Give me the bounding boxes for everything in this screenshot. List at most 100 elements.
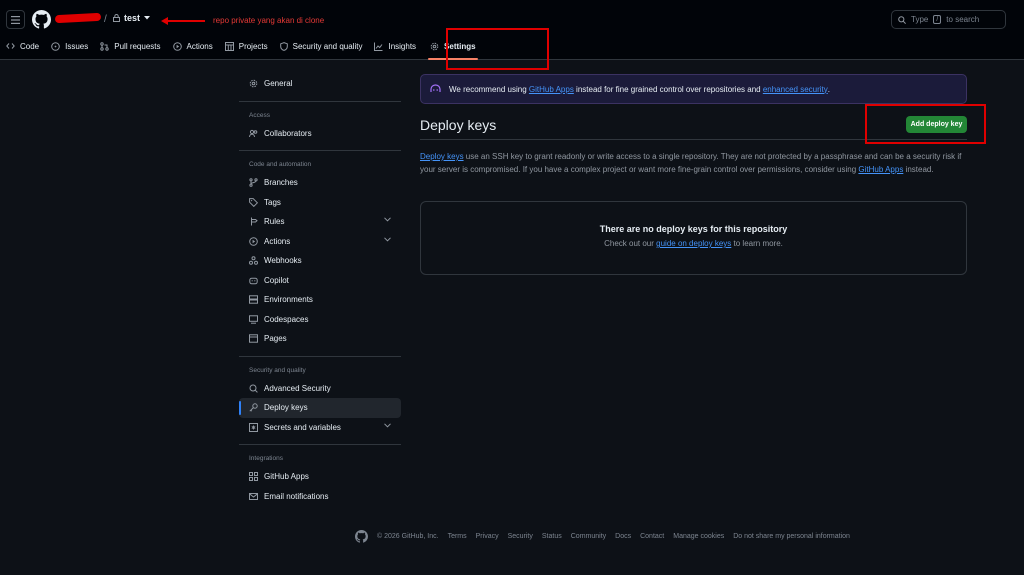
sidebar-item-email-notifications[interactable]: Email notifications [239, 487, 401, 507]
hamburger-icon [11, 15, 20, 24]
sidebar-item-tags[interactable]: Tags [239, 193, 401, 213]
footer-link-docs[interactable]: Docs [615, 533, 631, 540]
sidebar-item-label: Email notifications [264, 491, 329, 501]
sidebar-item-github-apps[interactable]: GitHub Apps [239, 467, 401, 487]
sidebar-item-label: Deploy keys [264, 403, 308, 413]
pull-request-icon [100, 41, 109, 51]
guide-deploy-keys-link[interactable]: guide on deploy keys [656, 239, 731, 248]
footer-link-terms[interactable]: Terms [448, 533, 467, 540]
annotation-highlight-settings [446, 28, 549, 70]
sidebar-item-label: Pages [264, 334, 287, 344]
github-apps-banner: We recommend using GitHub Apps instead f… [420, 74, 967, 104]
github-mark-icon[interactable] [355, 530, 368, 543]
search-input[interactable]: Type / to search [891, 10, 1006, 29]
graph-icon [374, 42, 383, 51]
search-suffix: to search [946, 15, 980, 24]
sidebar-item-collaborators[interactable]: Collaborators [239, 124, 401, 144]
tab-projects[interactable]: Projects [219, 36, 274, 56]
sidebar-item-label: Codespaces [264, 314, 309, 324]
sidebar-item-label: Collaborators [264, 128, 312, 138]
sidebar-item-deploy-keys[interactable]: Deploy keys [239, 398, 401, 418]
repo-selector[interactable]: test [113, 13, 151, 23]
sidebar-item-label: General [264, 79, 293, 89]
annotation-highlight-add-button [865, 104, 986, 144]
chevron-down-icon [384, 236, 391, 242]
banner-text-mid: instead for fine grained control over re… [573, 84, 763, 94]
sidebar-group-code: Code and automation [249, 161, 312, 168]
footer-link-privacy[interactable]: Privacy [476, 533, 499, 540]
server-icon [249, 295, 258, 304]
table-icon [224, 41, 234, 51]
footer-link-manage-cookies[interactable]: Manage cookies [673, 533, 724, 540]
sidebar-item-pages[interactable]: Pages [239, 329, 401, 349]
footer: © 2026 GitHub, Inc. Terms Privacy Securi… [355, 530, 850, 543]
sidebar-item-environments[interactable]: Environments [239, 290, 401, 310]
empty-state-pre: Check out our [604, 239, 657, 248]
redacted-owner [54, 12, 102, 24]
deploy-keys-description: Deploy keys use an SSH key to grant read… [420, 151, 967, 176]
tab-label: Actions [186, 41, 213, 51]
menu-button[interactable] [6, 10, 25, 29]
sidebar-item-label: Advanced Security [264, 383, 331, 393]
banner-text-post: . [827, 84, 830, 94]
tab-code[interactable]: Code [0, 36, 45, 56]
play-icon [249, 236, 258, 246]
banner-link-github-apps[interactable]: GitHub Apps [529, 85, 574, 94]
tab-security[interactable]: Security and quality [274, 36, 369, 56]
sidebar-group-access: Access [249, 111, 270, 119]
github-apps-link[interactable]: GitHub Apps [858, 165, 903, 174]
footer-link-security[interactable]: Security [508, 533, 533, 540]
copilot-icon [249, 277, 258, 285]
github-logo-icon[interactable] [32, 10, 51, 29]
sidebar-item-codespaces[interactable]: Codespaces [239, 310, 401, 330]
settings-sidebar: General Access Collaborators Code and au… [239, 74, 401, 506]
sidebar-item-rules[interactable]: Rules [239, 212, 401, 232]
tab-actions[interactable]: Actions [167, 36, 219, 56]
search-shortcut-key: / [933, 15, 942, 24]
sidebar-item-general[interactable]: General [239, 74, 401, 94]
sidebar-item-secrets[interactable]: Secrets and variables [239, 418, 401, 438]
sidebar-item-label: Environments [264, 295, 313, 305]
sidebar-group-integrations: Integrations [249, 455, 283, 462]
annotation-text: repo private yang akan di clone [213, 16, 325, 25]
mail-icon [249, 492, 258, 500]
repo-tabs: Code Issues Pull requests Actions Projec… [0, 36, 482, 60]
sidebar-item-label: Branches [264, 178, 298, 188]
sidebar-item-webhooks[interactable]: Webhooks [239, 251, 401, 271]
sidebar-item-label: GitHub Apps [264, 472, 309, 482]
page-title: Deploy keys [420, 117, 497, 133]
lock-icon [113, 14, 120, 22]
sidebar-item-branches[interactable]: Branches [239, 173, 401, 193]
description-end: instead. [903, 164, 934, 174]
sidebar-group-security: Security and quality [249, 366, 306, 374]
tab-insights[interactable]: Insights [368, 36, 422, 56]
sidebar-item-label: Actions [264, 236, 291, 246]
sidebar-item-advanced-security[interactable]: Advanced Security [239, 379, 401, 399]
rules-icon [251, 217, 258, 226]
tab-label: Projects [238, 41, 268, 51]
branch-icon [249, 178, 258, 188]
tag-icon [249, 197, 258, 207]
sidebar-item-label: Secrets and variables [264, 422, 341, 432]
footer-copyright: © 2026 GitHub, Inc. [377, 533, 439, 540]
breadcrumb-separator: / [104, 14, 107, 25]
banner-text-pre: We recommend using [449, 84, 527, 94]
asterisk-icon [249, 422, 258, 432]
tab-issues[interactable]: Issues [45, 36, 94, 56]
deploy-keys-doc-link[interactable]: Deploy keys [420, 152, 464, 161]
sidebar-item-copilot[interactable]: Copilot [239, 271, 401, 291]
banner-link-enhanced-security[interactable]: enhanced security [763, 85, 828, 94]
tab-pull-requests[interactable]: Pull requests [94, 36, 166, 56]
caret-down-icon [144, 16, 151, 20]
code-icon [6, 43, 15, 49]
footer-link-status[interactable]: Status [542, 533, 562, 540]
footer-link-contact[interactable]: Contact [640, 533, 664, 540]
footer-link-do-not-share[interactable]: Do not share my personal information [733, 533, 850, 540]
sidebar-item-actions[interactable]: Actions [239, 232, 401, 252]
issue-icon [51, 41, 60, 51]
chevron-down-icon [384, 422, 391, 428]
footer-link-community[interactable]: Community [571, 533, 606, 540]
sidebar-item-label: Rules [264, 217, 285, 227]
tab-label: Security and quality [292, 41, 363, 51]
gear-icon [430, 42, 439, 50]
